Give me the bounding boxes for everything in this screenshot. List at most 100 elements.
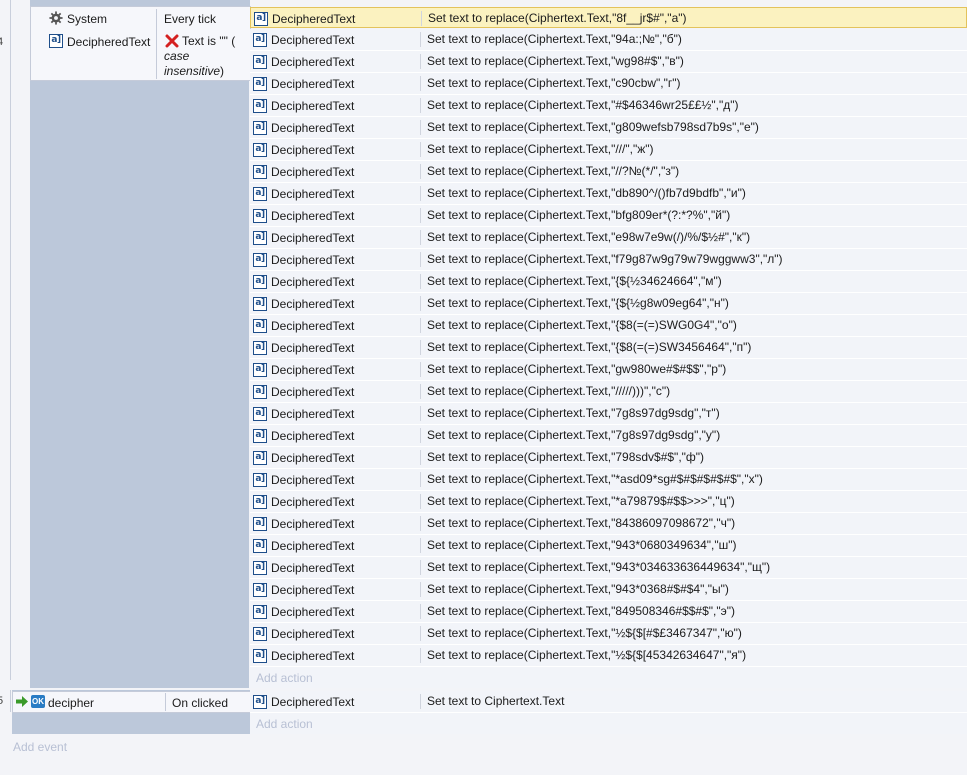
- action-text: Set text to replace(Ciphertext.Text,"7g8…: [427, 428, 721, 442]
- action-object: a] DecipheredText: [253, 53, 354, 71]
- action-text: Set text to replace(Ciphertext.Text,"wg9…: [427, 54, 684, 68]
- action-object: a] DecipheredText: [253, 97, 354, 115]
- text-object-icon: a]: [253, 517, 267, 531]
- action-row[interactable]: a] DecipheredText Set text to replace(Ciph…: [250, 183, 967, 205]
- add-action-label[interactable]: Add action: [256, 717, 313, 731]
- action-row[interactable]: a] DecipheredText Set text to replace(Ciph…: [250, 469, 967, 491]
- action-object-name: DecipheredText: [271, 209, 355, 223]
- action-separator: [420, 142, 421, 157]
- action-row[interactable]: a] DecipheredText Set text to replace(Ciph…: [250, 425, 967, 447]
- event-5[interactable]: 5 OK decipher On clicked a] DecipheredTe…: [0, 690, 967, 734]
- action-separator: [420, 516, 421, 531]
- action-object: a] DecipheredText: [253, 471, 354, 489]
- action-object: a] DecipheredText: [253, 361, 354, 379]
- text-object-icon: a]: [253, 385, 267, 399]
- action-text: Set text to replace(Ciphertext.Text,"{$8…: [427, 340, 752, 354]
- action-separator: [420, 98, 421, 113]
- action-row[interactable]: a] DecipheredText Set text to replace(Ciph…: [250, 403, 967, 425]
- action-text: Set text to replace(Ciphertext.Text,"//?…: [427, 164, 680, 178]
- action-separator: [420, 450, 421, 465]
- action-row[interactable]: a] DecipheredText Set text to replace(Ciph…: [250, 7, 967, 28]
- action-object: a] DecipheredText: [253, 163, 354, 181]
- action-text: Set text to replace(Ciphertext.Text,"{${…: [427, 274, 722, 288]
- text-object-icon: a]: [253, 451, 267, 465]
- action-row[interactable]: a] DecipheredText Set text to replace(Ciph…: [250, 293, 967, 315]
- action-separator: [420, 32, 421, 47]
- action-row[interactable]: a] DecipheredText Set text to Ciphertext…: [250, 691, 967, 713]
- condition-separator: [165, 693, 166, 711]
- add-event-label[interactable]: Add event: [13, 740, 67, 754]
- action-row[interactable]: a] DecipheredText Set text to replace(Ciph…: [250, 359, 967, 381]
- action-separator: [420, 560, 421, 575]
- action-row[interactable]: a] DecipheredText Set text to replace(Ciph…: [250, 139, 967, 161]
- text-object-icon: a]: [253, 605, 267, 619]
- action-row[interactable]: a] DecipheredText Set text to replace(Ciph…: [250, 117, 967, 139]
- action-row[interactable]: a] DecipheredText Set text to replace(Ciph…: [250, 29, 967, 51]
- text-object-icon: a]: [253, 407, 267, 421]
- action-row[interactable]: a] DecipheredText Set text to replace(Ciph…: [250, 623, 967, 645]
- text-object-icon: a]: [253, 77, 267, 91]
- action-text: Set text to replace(Ciphertext.Text,"bfg…: [427, 208, 731, 222]
- action-object: a] DecipheredText: [253, 207, 354, 225]
- action-row[interactable]: a] DecipheredText Set text to replace(Ciph…: [250, 513, 967, 535]
- action-text: Set text to replace(Ciphertext.Text,"94a…: [427, 32, 682, 46]
- action-row[interactable]: a] DecipheredText Set text to replace(Ciph…: [250, 557, 967, 579]
- event-4[interactable]: 4 System Every tick a] DecipheredText Te…: [0, 0, 967, 690]
- text-object-icon: a]: [253, 165, 267, 179]
- action-row[interactable]: a] DecipheredText Set text to replace(Ciph…: [250, 161, 967, 183]
- add-action-label[interactable]: Add action: [256, 671, 313, 685]
- action-row[interactable]: a] DecipheredText Set text to replace(Ciph…: [250, 271, 967, 293]
- action-row[interactable]: a] DecipheredText Set text to replace(Ciph…: [250, 249, 967, 271]
- action-object: a] DecipheredText: [253, 603, 354, 621]
- action-text: Set text to replace(Ciphertext.Text,"943…: [427, 538, 737, 552]
- action-separator: [421, 11, 422, 26]
- action-row[interactable]: a] DecipheredText Set text to replace(Ciph…: [250, 337, 967, 359]
- text-object-icon: a]: [253, 649, 267, 663]
- action-row[interactable]: a] DecipheredText Set text to replace(Ciph…: [250, 205, 967, 227]
- action-separator: [420, 428, 421, 443]
- condition-decipher-on-clicked[interactable]: OK decipher On clicked: [12, 691, 251, 713]
- action-row[interactable]: a] DecipheredText Set text to replace(Ciph…: [250, 73, 967, 95]
- action-row[interactable]: a] DecipheredText Set text to replace(Ciph…: [250, 535, 967, 557]
- action-object-name: DecipheredText: [271, 55, 355, 69]
- action-separator: [420, 472, 421, 487]
- action-row[interactable]: a] DecipheredText Set text to replace(Ciph…: [250, 95, 967, 117]
- event-number: 5: [0, 695, 4, 707]
- action-object: a] DecipheredText: [253, 693, 354, 711]
- action-object-name: DecipheredText: [271, 341, 355, 355]
- action-object-name: DecipheredText: [271, 99, 355, 113]
- text-object-icon: a]: [253, 121, 267, 135]
- text-object-icon: a]: [253, 429, 267, 443]
- action-separator: [420, 274, 421, 289]
- action-text: Set text to replace(Ciphertext.Text,"*a7…: [427, 494, 735, 508]
- action-text: Set text to replace(Ciphertext.Text,"8f_…: [428, 11, 687, 25]
- action-row[interactable]: a] DecipheredText Set text to replace(Ciph…: [250, 645, 967, 667]
- action-row[interactable]: a] DecipheredText Set text to replace(Ciph…: [250, 601, 967, 623]
- action-object-name: DecipheredText: [271, 517, 355, 531]
- action-text: Set text to replace(Ciphertext.Text,"849…: [427, 604, 736, 618]
- action-row[interactable]: a] DecipheredText Set text to replace(Ciph…: [250, 579, 967, 601]
- add-action-row[interactable]: Add action: [250, 667, 967, 688]
- action-row[interactable]: a] DecipheredText Set text to replace(Ciph…: [250, 227, 967, 249]
- text-object-icon: a]: [253, 297, 267, 311]
- action-row[interactable]: a] DecipheredText Set text to replace(Ciph…: [250, 381, 967, 403]
- action-row[interactable]: a] DecipheredText Set text to replace(Ciph…: [250, 491, 967, 513]
- action-text: Set text to replace(Ciphertext.Text,"f79…: [427, 252, 783, 266]
- action-row[interactable]: a] DecipheredText Set text to replace(Ciph…: [250, 51, 967, 73]
- action-object-name: DecipheredText: [271, 253, 355, 267]
- event-left-line: [10, 690, 11, 712]
- text-object-icon: a]: [253, 275, 267, 289]
- action-object: a] DecipheredText: [253, 581, 354, 599]
- text-object-icon: a]: [254, 12, 268, 26]
- action-object: a] DecipheredText: [253, 119, 354, 137]
- text-object-icon: a]: [253, 187, 267, 201]
- action-text: Set text to replace(Ciphertext.Text,"g80…: [427, 120, 759, 134]
- text-object-icon: a]: [253, 695, 267, 709]
- add-action-row[interactable]: Add action: [250, 713, 967, 734]
- action-row[interactable]: a] DecipheredText Set text to replace(Ciph…: [250, 447, 967, 469]
- action-row[interactable]: a] DecipheredText Set text to replace(Ciph…: [250, 315, 967, 337]
- action-separator: [420, 626, 421, 641]
- action-list[interactable]: a] DecipheredText Set text to replace(Ciph…: [0, 0, 967, 690]
- action-text: Set text to replace(Ciphertext.Text,"{$8…: [427, 318, 737, 332]
- action-object-name: DecipheredText: [271, 363, 355, 377]
